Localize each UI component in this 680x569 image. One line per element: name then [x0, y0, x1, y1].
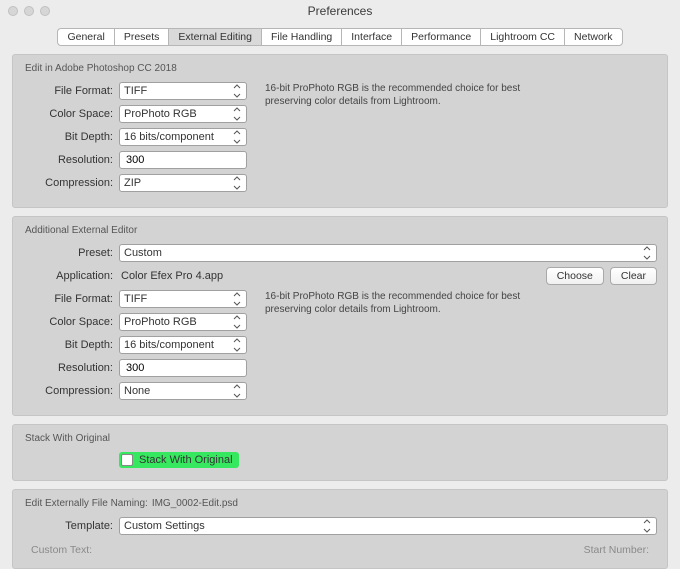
chevron-updown-icon [232, 383, 244, 399]
label-start-number: Start Number: [584, 544, 649, 556]
chevron-updown-icon [232, 83, 244, 99]
label-fileformat2: File Format: [23, 293, 119, 305]
input-resolution2[interactable] [119, 359, 247, 377]
chevron-updown-icon [642, 245, 654, 261]
hint-photoshop: 16-bit ProPhoto RGB is the recommended c… [265, 82, 555, 108]
chevron-updown-icon [232, 106, 244, 122]
label-resolution2: Resolution: [23, 362, 119, 374]
preferences-tabs: General Presets External Editing File Ha… [0, 28, 680, 46]
tab-performance[interactable]: Performance [401, 28, 480, 46]
select-colorspace2[interactable]: ProPhoto RGB [119, 313, 247, 331]
panel-stack-with-original: Stack With Original Stack With Original [12, 424, 668, 481]
tab-external-editing[interactable]: External Editing [168, 28, 261, 46]
select-bitdepth2[interactable]: 16 bits/component [119, 336, 247, 354]
section1-title: Edit in Adobe Photoshop CC 2018 [25, 63, 657, 74]
label-colorspace: Color Space: [23, 108, 119, 120]
label-preset: Preset: [23, 247, 119, 259]
panel-file-naming: Edit Externally File Naming: IMG_0002-Ed… [12, 489, 668, 569]
tab-file-handling[interactable]: File Handling [261, 28, 341, 46]
label-application: Application: [23, 270, 119, 282]
choose-button[interactable]: Choose [546, 267, 604, 285]
hint-additional: 16-bit ProPhoto RGB is the recommended c… [265, 290, 555, 316]
chevron-updown-icon [642, 518, 654, 534]
chevron-updown-icon [232, 291, 244, 307]
label-compression: Compression: [23, 177, 119, 189]
label-custom-text: Custom Text: [31, 544, 92, 556]
label-bitdepth: Bit Depth: [23, 131, 119, 143]
panel-edit-in-photoshop: Edit in Adobe Photoshop CC 2018 File For… [12, 54, 668, 208]
tab-interface[interactable]: Interface [341, 28, 401, 46]
chevron-updown-icon [232, 314, 244, 330]
checkbox-label: Stack With Original [139, 454, 233, 466]
value-application: Color Efex Pro 4.app [119, 270, 223, 282]
tab-network[interactable]: Network [564, 28, 623, 46]
tab-lightroom-cc[interactable]: Lightroom CC [480, 28, 564, 46]
clear-button[interactable]: Clear [610, 267, 657, 285]
section2-title: Additional External Editor [25, 225, 657, 236]
tab-presets[interactable]: Presets [114, 28, 169, 46]
tab-general[interactable]: General [57, 28, 113, 46]
label-template: Template: [23, 520, 119, 532]
select-compression[interactable]: ZIP [119, 174, 247, 192]
select-template[interactable]: Custom Settings [119, 517, 657, 535]
titlebar: Preferences [0, 0, 680, 22]
select-compression2[interactable]: None [119, 382, 247, 400]
panel-additional-editor: Additional External Editor Preset: Custo… [12, 216, 668, 416]
select-fileformat[interactable]: TIFF [119, 82, 247, 100]
select-preset[interactable]: Custom [119, 244, 657, 262]
select-bitdepth[interactable]: 16 bits/component [119, 128, 247, 146]
label-bitdepth2: Bit Depth: [23, 339, 119, 351]
chevron-updown-icon [232, 337, 244, 353]
section4-title: Edit Externally File Naming: IMG_0002-Ed… [25, 498, 657, 509]
select-colorspace[interactable]: ProPhoto RGB [119, 105, 247, 123]
select-fileformat2[interactable]: TIFF [119, 290, 247, 308]
label-colorspace2: Color Space: [23, 316, 119, 328]
checkbox-stack-with-original[interactable]: Stack With Original [119, 452, 239, 468]
section3-title: Stack With Original [25, 433, 657, 444]
input-resolution[interactable] [119, 151, 247, 169]
label-resolution: Resolution: [23, 154, 119, 166]
chevron-updown-icon [232, 175, 244, 191]
label-fileformat: File Format: [23, 85, 119, 97]
checkbox-icon [121, 454, 133, 466]
chevron-updown-icon [232, 129, 244, 145]
window-title: Preferences [0, 4, 680, 18]
label-compression2: Compression: [23, 385, 119, 397]
file-naming-footer: Custom Text: Start Number: [23, 540, 657, 558]
